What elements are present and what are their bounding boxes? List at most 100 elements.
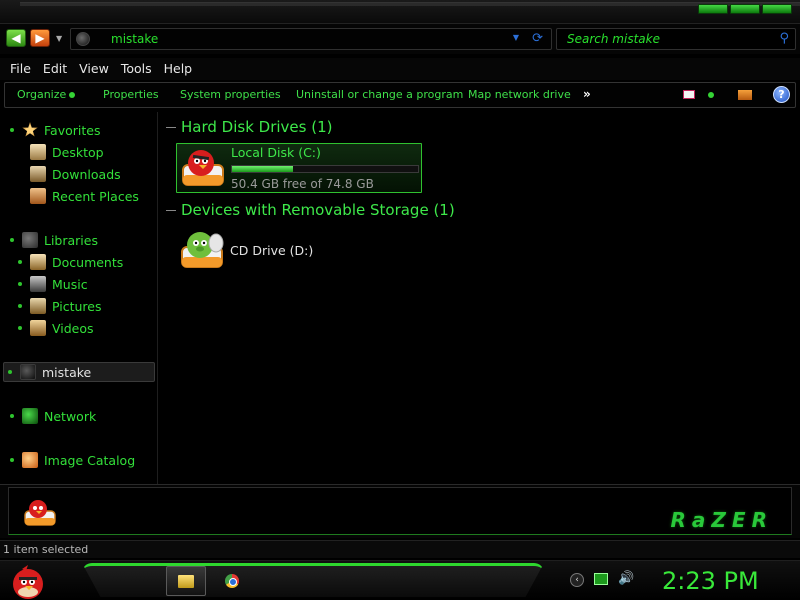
group-hard-disks-label: Hard Disk Drives (1): [181, 118, 333, 136]
nav-music[interactable]: Music: [18, 274, 88, 294]
preview-pane-icon[interactable]: [738, 90, 752, 100]
start-button[interactable]: [8, 562, 48, 600]
help-icon[interactable]: ?: [773, 86, 790, 103]
more-commands-button[interactable]: »: [583, 87, 591, 101]
nav-current-folder[interactable]: mistake: [8, 362, 91, 382]
properties-button[interactable]: Properties: [103, 88, 159, 101]
angry-bird-drive-icon: [182, 150, 224, 186]
nav-libraries[interactable]: Libraries: [10, 230, 98, 250]
music-icon: [30, 276, 46, 292]
status-text: 1 item selected: [3, 543, 89, 556]
local-disk-item[interactable]: Local Disk (C:) 50.4 GB free of 74.8 GB: [176, 143, 422, 193]
show-hidden-icons-button[interactable]: ‹: [570, 573, 584, 587]
nav-pictures-label: Pictures: [52, 298, 102, 314]
expand-icon[interactable]: [8, 370, 12, 374]
recent-pages-dropdown[interactable]: ▼: [56, 34, 62, 43]
address-row: ◀ ▶ ▼ mistake ▼ ⟳ Search mistake ⚲: [0, 24, 800, 54]
nav-desktop[interactable]: Desktop: [30, 142, 104, 162]
system-properties-button[interactable]: System properties: [180, 88, 281, 101]
uninstall-program-button[interactable]: Uninstall or change a program: [296, 88, 463, 101]
maximize-button[interactable]: [730, 4, 760, 14]
nav-image-catalog[interactable]: Image Catalog: [10, 450, 135, 470]
libraries-icon: [22, 232, 38, 248]
group-collapse-icon: [166, 209, 176, 211]
disk-usage-bar: [231, 165, 419, 173]
menu-file[interactable]: File: [4, 58, 37, 80]
menu-help[interactable]: Help: [158, 58, 199, 80]
refresh-icon[interactable]: ⟳: [532, 31, 543, 46]
image-catalog-icon: [22, 452, 38, 468]
nav-current-folder-label: mistake: [42, 364, 92, 380]
pictures-icon: [30, 298, 46, 314]
nav-videos-label: Videos: [52, 320, 94, 336]
expand-icon[interactable]: [18, 326, 22, 330]
documents-icon: [30, 254, 46, 270]
taskbar-explorer-button[interactable]: [166, 566, 206, 596]
nav-libraries-label: Libraries: [44, 232, 98, 248]
computer-icon: [20, 364, 36, 380]
expand-icon[interactable]: [18, 260, 22, 264]
nav-desktop-label: Desktop: [52, 144, 104, 160]
nav-favorites-label: Favorites: [44, 122, 101, 138]
navigation-pane: Favorites Desktop Downloads Recent Place…: [0, 112, 158, 484]
taskbar: ‹ 🔊 2:23 PM: [0, 560, 800, 600]
taskbar-clock[interactable]: 2:23 PM: [662, 567, 759, 595]
nav-recent-places-label: Recent Places: [52, 188, 139, 204]
nav-pictures[interactable]: Pictures: [18, 296, 102, 316]
nav-network[interactable]: Network: [10, 406, 96, 426]
desktop-icon: [30, 144, 46, 160]
details-pane-inner: RaZER: [8, 487, 792, 535]
nav-videos[interactable]: Videos: [18, 318, 94, 338]
address-bar[interactable]: mistake ▼ ⟳: [70, 28, 552, 50]
change-view-icon[interactable]: [683, 90, 695, 99]
cd-drive-item[interactable]: CD Drive (D:): [176, 227, 376, 275]
selected-item-icon: [24, 500, 56, 526]
location-icon: [76, 32, 90, 46]
view-options-icon[interactable]: [708, 92, 714, 98]
nav-documents[interactable]: Documents: [18, 252, 123, 272]
local-disk-label: Local Disk (C:): [231, 145, 321, 160]
network-icon: [22, 408, 38, 424]
expand-icon[interactable]: [10, 128, 14, 132]
close-button[interactable]: [762, 4, 792, 14]
search-input[interactable]: Search mistake: [567, 32, 660, 46]
group-header-hard-disks[interactable]: Hard Disk Drives (1): [166, 118, 332, 136]
address-dropdown-icon[interactable]: ▼: [513, 33, 519, 42]
expand-icon[interactable]: [10, 458, 14, 462]
minimize-button[interactable]: [698, 4, 728, 14]
search-icon[interactable]: ⚲: [779, 31, 789, 46]
cd-drive-label: CD Drive (D:): [230, 243, 314, 258]
expand-icon[interactable]: [18, 304, 22, 308]
nav-documents-label: Documents: [52, 254, 124, 270]
downloads-icon: [30, 166, 46, 182]
network-tray-icon[interactable]: [594, 573, 608, 585]
nav-downloads-label: Downloads: [52, 166, 121, 182]
expand-icon[interactable]: [18, 282, 22, 286]
title-bar: [0, 0, 800, 24]
taskbar-app-area: [82, 563, 544, 597]
nav-downloads[interactable]: Downloads: [30, 164, 121, 184]
address-path[interactable]: mistake: [111, 32, 158, 46]
status-bar: 1 item selected: [0, 540, 800, 558]
angry-bird-cd-icon: [181, 232, 224, 268]
nav-recent-places[interactable]: Recent Places: [30, 186, 139, 206]
back-button[interactable]: ◀: [6, 29, 26, 47]
menu-bar: File Edit View Tools Help: [0, 58, 800, 80]
menu-view[interactable]: View: [73, 58, 115, 80]
volume-icon[interactable]: 🔊: [618, 571, 634, 586]
favorites-star-icon: [22, 122, 38, 137]
expand-icon[interactable]: [10, 238, 14, 242]
chrome-icon: [225, 574, 239, 588]
expand-icon[interactable]: [10, 414, 14, 418]
title-bar-line: [20, 2, 800, 6]
menu-edit[interactable]: Edit: [37, 58, 73, 80]
menu-tools[interactable]: Tools: [115, 58, 158, 80]
map-network-drive-button[interactable]: Map network drive: [468, 88, 571, 101]
forward-button[interactable]: ▶: [30, 29, 50, 47]
search-box[interactable]: Search mistake ⚲: [556, 28, 796, 50]
nav-favorites[interactable]: Favorites: [10, 120, 100, 140]
razer-logo: RaZER: [670, 508, 773, 532]
taskbar-chrome-button[interactable]: [212, 566, 252, 596]
group-header-removable[interactable]: Devices with Removable Storage (1): [166, 201, 455, 219]
organize-button[interactable]: Organize: [17, 88, 76, 101]
